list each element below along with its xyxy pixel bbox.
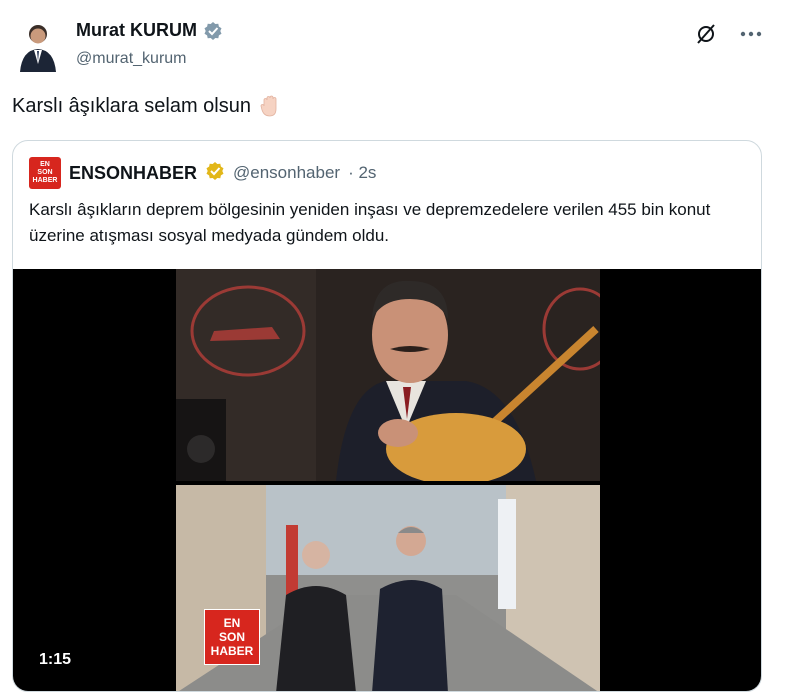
quoted-tweet[interactable]: EN SON HABER ENSONHABER @ensonhaber · 2s… — [12, 140, 762, 692]
video-frame-musician — [176, 269, 600, 481]
verified-gold-icon — [205, 161, 225, 186]
raised-hand-icon — [259, 94, 281, 118]
tweet-text-content: Karslı âşıklara selam olsun — [12, 94, 251, 117]
ensonhaber-video-tag: EN SON HABER — [204, 609, 260, 665]
quoted-handle[interactable]: @ensonhaber — [233, 163, 340, 183]
video-player[interactable]: EN SON HABER 1:15 — [13, 269, 761, 691]
ensonhaber-logo[interactable]: EN SON HABER — [29, 157, 61, 189]
tweet-actions-top — [694, 22, 762, 46]
video-frame-street: EN SON HABER — [176, 485, 600, 691]
quoted-display-name[interactable]: ENSONHABER — [69, 163, 197, 184]
quoted-tweet-header: EN SON HABER ENSONHABER @ensonhaber · 2s — [29, 157, 376, 189]
tweet-text: Karslı âşıklara selam olsun — [12, 94, 281, 118]
author-display-name[interactable]: Murat KURUM — [76, 20, 197, 41]
avatar[interactable] — [18, 20, 58, 72]
more-icon[interactable] — [740, 31, 762, 37]
author-name-row[interactable]: Murat KURUM — [76, 20, 223, 41]
quoted-time: · 2s — [348, 163, 377, 182]
video-duration: 1:15 — [39, 651, 72, 668]
verified-icon — [203, 21, 223, 41]
author-handle[interactable]: @murat_kurum — [76, 50, 187, 68]
grok-icon[interactable] — [694, 22, 718, 46]
quoted-text: Karslı âşıkların deprem bölgesinin yenid… — [29, 200, 711, 245]
